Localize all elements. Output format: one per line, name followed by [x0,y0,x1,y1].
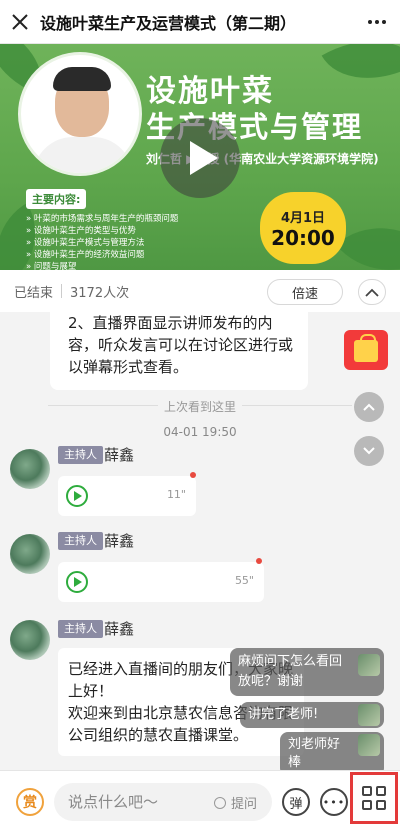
chevron-up-icon [365,288,379,297]
voice-duration: 11" [166,488,186,501]
collapse-button[interactable] [358,279,386,305]
status-state: 已结束 [14,285,54,301]
date-label: 4月1日 [280,210,326,226]
avatar[interactable] [10,449,50,489]
voice-play-icon [66,485,88,507]
content-heading: 主要内容: [26,189,87,209]
danmu-bullet: 讲完了老师! [240,702,384,728]
avatar [358,654,380,676]
divider [61,284,63,298]
danmu-bullet: 麻烦问下怎么看回放呢？谢谢 [230,648,384,696]
voice-message[interactable]: 11" [58,476,196,516]
menu-grid-button[interactable] [350,772,398,824]
grid-icon [362,786,386,810]
page-title: 设施叶菜生产及运营模式（第二期） [40,13,297,33]
shopping-bag-icon [354,334,378,362]
gift-bag-button[interactable] [344,330,388,370]
speaker-portrait [18,52,142,176]
ask-toggle[interactable]: 提问 [214,793,257,812]
message-bubble: 2、直播界面显示讲师发布的内容，听众发言可以在讨论区进行或以弹幕形式查看。 [50,312,308,390]
avatar[interactable] [10,534,50,574]
play-button[interactable] [160,118,240,198]
bottom-bar: 赏 提问 弹 ••• [0,770,400,830]
danmu-text: 麻烦问下怎么看回放呢？谢谢 [238,654,343,689]
user-name: 薛鑫 [104,532,135,550]
reward-button[interactable]: 赏 [16,788,44,816]
view-count: 3172人次 [70,285,130,301]
content-item: » 叶菜的市场需求与周年生产的瓶颈问题 [26,214,179,224]
content-item: » 设施叶菜生产的类型与优势 [26,226,136,236]
scroll-up-button[interactable] [354,392,384,422]
speed-button[interactable]: 倍速 [267,279,343,305]
chevron-down-icon [363,447,375,455]
role-badge: 主持人 [58,620,103,638]
last-seen-label: 上次看到这里 [163,400,236,414]
avatar [358,704,380,726]
last-seen-divider: 上次看到这里 [0,398,400,415]
user-name: 薛鑫 [104,620,135,638]
unread-dot [190,472,196,478]
avatar [358,734,380,756]
leaf-decoration [335,199,400,270]
content-item: » 设施叶菜生产的经济效益问题 [26,250,145,260]
chevron-up-icon [363,403,375,411]
content-list: 主要内容: » 叶菜的市场需求与周年生产的瓶颈问题 » 设施叶菜生产的类型与优势… [26,188,252,270]
time-label: 20:00 [271,225,335,250]
chat-area[interactable]: 2、直播界面显示讲师发布的内容，听众发言可以在讨论区进行或以弹幕形式查看。 上次… [0,312,400,770]
danmu-text: 讲完了老师! [248,707,319,722]
danmu-toggle-button[interactable]: 弹 [282,788,310,816]
ask-label: 提问 [231,797,258,812]
avatar[interactable] [10,620,50,660]
role-badge: 主持人 [58,532,103,550]
voice-play-icon [66,571,88,593]
comment-icon[interactable]: ••• [320,788,348,816]
content-item: » 设施叶菜生产模式与管理方法 [26,238,145,248]
danmu-text: 刘老师好棒 [288,737,341,770]
message-timestamp: 04-01 19:50 [163,425,237,439]
content-item: » 问题与展望 [26,262,77,270]
radio-icon [214,796,226,809]
voice-message[interactable]: 55" [58,562,264,602]
voice-duration: 55" [234,574,254,587]
date-badge: 4月1日 20:00 [264,196,342,260]
comment-input-box[interactable]: 提问 [54,783,272,821]
unread-dot [256,558,262,564]
user-name: 薛鑫 [104,446,135,464]
leaf-decoration [321,44,400,104]
more-icon[interactable] [354,0,400,44]
danmu-bullet: 刘老师好棒 [280,732,384,770]
role-badge: 主持人 [58,446,103,464]
top-bar: 设施叶菜生产及运营模式（第二期） [0,0,400,44]
comment-input[interactable] [68,783,208,821]
course-banner[interactable]: 设施叶菜 生产模式与管理 刘仁哲 ▶教授 (华南农业大学资源环境学院) 主要内容… [0,44,400,270]
scroll-down-button[interactable] [354,436,384,466]
close-icon[interactable] [0,0,40,44]
play-icon [190,141,218,175]
